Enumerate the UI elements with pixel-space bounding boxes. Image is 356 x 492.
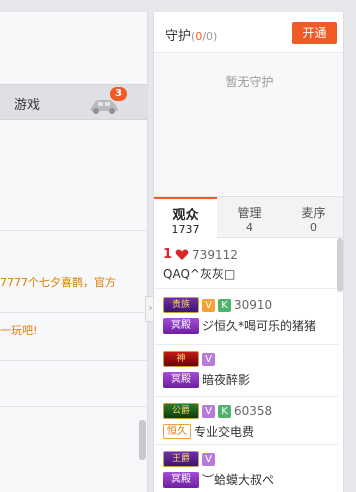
tab-mic-queue[interactable]: 麦序 0: [282, 197, 343, 238]
divider: [0, 406, 147, 407]
list-item[interactable]: 王爵 V 冥殿 ︶蛤蟆大叔ぺ: [154, 445, 339, 492]
chat-message: 一玩吧!: [0, 324, 38, 337]
tab-admins[interactable]: 管理 4: [218, 197, 281, 238]
rank-tag: 冥殿: [163, 317, 199, 334]
rank-tag: 冥殿: [163, 371, 199, 388]
guard-list: 暂无守护: [154, 52, 343, 195]
chat-message: 7777个七夕喜鹊，官方: [0, 276, 116, 289]
viewer-name: QAQ^灰灰□: [163, 267, 236, 281]
noble-badge: 公爵: [163, 403, 199, 419]
car-count-badge: 3: [110, 87, 127, 101]
divider: [0, 312, 147, 313]
rank-number: 1: [163, 247, 173, 262]
viewer-name: 专业交电费: [194, 425, 255, 439]
divider: [0, 360, 147, 361]
viewer-id: 60358: [234, 404, 273, 418]
guard-title: 守护(0/0): [165, 29, 218, 44]
vip-badge: V: [202, 352, 215, 366]
vip-badge: V: [202, 404, 215, 418]
viewer-id: 30910: [234, 298, 273, 312]
tab-viewers[interactable]: 观众 1737: [154, 197, 217, 239]
chat-scrollbar[interactable]: [139, 420, 146, 460]
viewer-name: ︶蛤蟆大叔ぺ: [202, 473, 275, 487]
noble-badge: 神: [163, 351, 199, 367]
vip-badge: V: [202, 298, 215, 312]
k-badge: K: [218, 298, 231, 312]
list-item[interactable]: 贵族 V K 30910 冥殿 ジ恒久*喝可乐的猪猪: [154, 289, 339, 345]
left-tab-strip: 游戏 3: [0, 84, 147, 120]
viewer-id: 739112: [192, 247, 238, 262]
list-item[interactable]: 1 739112 QAQ^灰灰□: [154, 239, 339, 289]
vip-badge: V: [202, 452, 215, 466]
viewer-name: 暗夜醉影: [202, 373, 251, 387]
viewer-tabs: 观众 1737 管理 4 麦序 0: [154, 196, 343, 239]
fan-tag: 恒久: [163, 424, 191, 439]
rank-tag: 冥殿: [163, 471, 199, 488]
noble-badge: 王爵: [163, 451, 199, 467]
viewer-name: ジ恒久*喝可乐的猪猪: [202, 319, 317, 333]
guard-empty-text: 暂无守护: [225, 75, 274, 89]
open-guard-button[interactable]: 开通: [292, 22, 337, 44]
guard-count-total: /0: [202, 30, 214, 43]
viewer-list-scrollbar[interactable]: [337, 238, 343, 292]
k-badge: K: [218, 404, 231, 418]
list-item[interactable]: 神 V 冥殿 暗夜醉影: [154, 345, 339, 397]
list-item[interactable]: 公爵 V K 60358 恒久 专业交电费: [154, 397, 339, 445]
noble-badge: 贵族: [163, 297, 199, 313]
guard-viewer-panel: 守护(0/0) 开通 暂无守护 观众 1737 管理 4 麦序 0 1 739112: [153, 12, 344, 492]
heart-icon: [175, 249, 189, 261]
divider: [0, 230, 147, 231]
tab-game[interactable]: 游戏: [14, 94, 40, 113]
room-info-panel: 游戏 3 7777个七夕喜鹊，官方 一玩吧!: [0, 12, 148, 492]
viewer-list: 1 739112 QAQ^灰灰□ 贵族 V K 30910 冥殿 ジ恒久*喝可乐…: [154, 239, 343, 492]
guard-header: 守护(0/0) 开通: [154, 12, 343, 52]
